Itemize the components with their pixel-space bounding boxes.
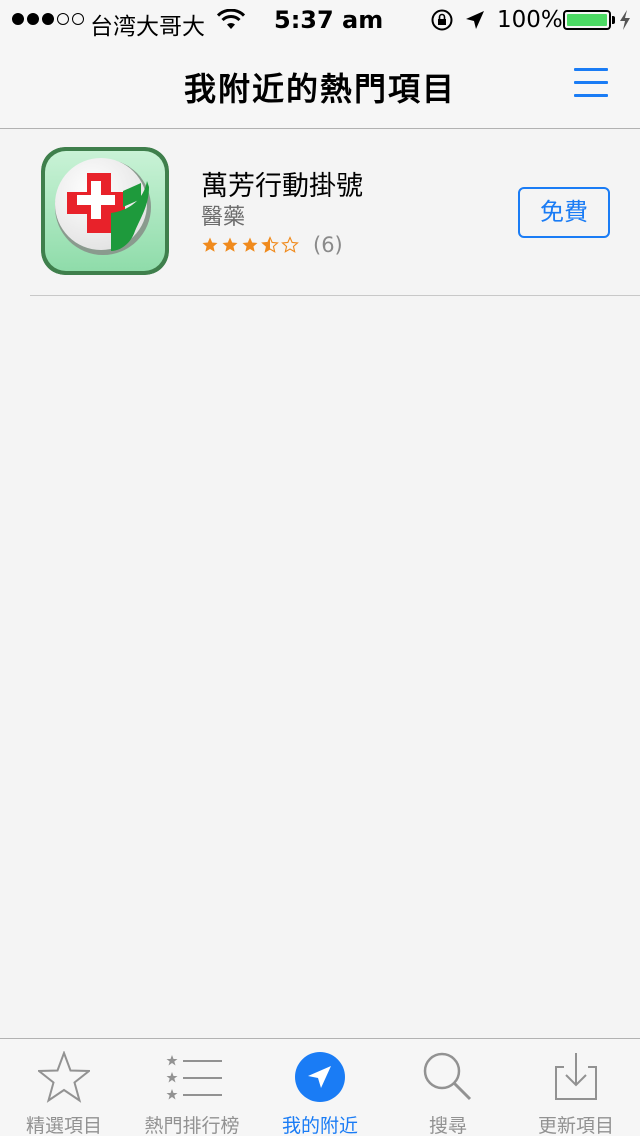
- tab-label: 熱門排行榜: [144, 1115, 240, 1136]
- tab-label: 我的附近: [281, 1115, 358, 1136]
- page-title: 我附近的熱門項目: [183, 70, 456, 108]
- search-icon: [422, 1051, 474, 1103]
- location-services-icon: [464, 9, 486, 37]
- status-bar: 台湾大哥大 5:37 am 100%: [0, 0, 640, 40]
- divider: [30, 295, 640, 296]
- star-rating: (6): [201, 233, 343, 257]
- clock: 5:37 am: [274, 6, 384, 34]
- charging-bolt-icon: [619, 10, 631, 36]
- signal-strength-icon: [12, 13, 84, 25]
- app-name: 萬芳行動掛號: [201, 171, 363, 202]
- star-filled-icon: [222, 237, 238, 252]
- tab-search[interactable]: 搜尋: [384, 1039, 512, 1136]
- tab-label: 搜尋: [428, 1115, 467, 1136]
- star-icon: [36, 1050, 92, 1103]
- star-half-icon: [261, 236, 279, 253]
- tab-top-charts[interactable]: 熱門排行榜: [128, 1039, 256, 1136]
- rotation-lock-icon: [430, 9, 454, 37]
- tab-label: 精選項目: [25, 1115, 102, 1136]
- download-tray-icon: [550, 1051, 602, 1103]
- battery-icon: [563, 10, 611, 30]
- battery-percent: 100%: [497, 7, 563, 33]
- get-free-button[interactable]: 免費: [518, 187, 610, 238]
- star-filled-icon: [202, 237, 218, 252]
- hospital-cross-icon[interactable]: [41, 147, 169, 275]
- star-filled-icon: [242, 237, 258, 252]
- rating-count: (6): [313, 233, 343, 257]
- tab-updates[interactable]: 更新項目: [512, 1039, 640, 1136]
- app-category: 醫藥: [201, 205, 246, 230]
- rating-stars: [201, 236, 299, 254]
- star-empty-icon: [281, 236, 299, 253]
- tab-featured[interactable]: 精選項目: [0, 1039, 128, 1136]
- carrier-name: 台湾大哥大: [90, 14, 205, 40]
- ranked-list-icon: [166, 1051, 222, 1103]
- location-arrow-icon: [294, 1051, 346, 1103]
- tab-near-me[interactable]: 我的附近: [256, 1039, 384, 1136]
- list-menu-button[interactable]: [574, 66, 610, 100]
- wifi-icon: [216, 8, 246, 37]
- tab-bar: 精選項目 熱門排行榜 我的附近 搜尋 更新項目: [0, 1038, 640, 1136]
- navigation-bar: 我附近的熱門項目: [0, 40, 640, 129]
- tab-label: 更新項目: [537, 1115, 614, 1136]
